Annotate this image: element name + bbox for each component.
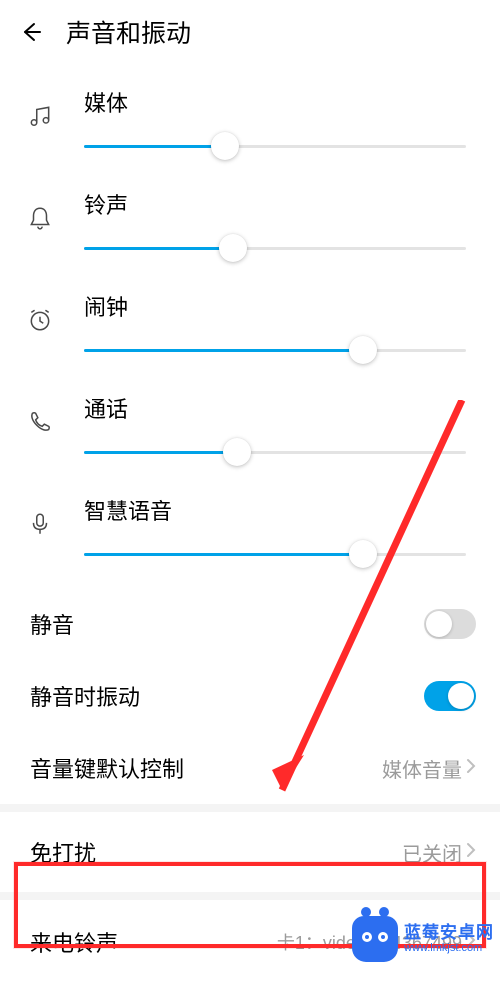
mute-toggle[interactable] [424,609,476,639]
slider-row-voice: 智慧语音 [24,476,476,578]
watermark: 蓝莓安卓网 www.lmkjst.com [352,916,494,962]
voice-volume-slider[interactable] [84,540,476,568]
slider-row-media: 媒体 [24,68,476,170]
do-not-disturb-row[interactable]: 免打扰 已关闭 [0,812,500,892]
slider-label: 通话 [84,392,476,424]
slider-label: 智慧语音 [84,494,476,526]
section-divider [0,804,500,812]
slider-label: 铃声 [84,188,476,220]
call-volume-slider[interactable] [84,438,476,466]
slider-label: 闹钟 [84,290,476,322]
chevron-right-icon [466,757,476,780]
ring-volume-slider[interactable] [84,234,476,262]
phone-icon [24,406,56,438]
watermark-url: www.lmkjst.com [404,942,494,954]
page-title: 声音和振动 [66,14,191,50]
volume-key-value: 媒体音量 [382,754,462,783]
microphone-icon [24,508,56,540]
header: 声音和振动 [0,0,500,68]
slider-row-call: 通话 [24,374,476,476]
watermark-name: 蓝莓安卓网 [404,924,494,943]
alarm-clock-icon [24,304,56,336]
slider-row-alarm: 闹钟 [24,272,476,374]
ringtone-label: 来电铃声 [30,926,118,958]
slider-row-ring: 铃声 [24,170,476,272]
vibrate-on-mute-row[interactable]: 静音时振动 [0,660,500,732]
vibrate-on-mute-label: 静音时振动 [30,680,140,712]
vibrate-on-mute-toggle[interactable] [424,681,476,711]
mute-row[interactable]: 静音 [0,588,500,660]
back-button[interactable] [18,19,44,45]
volume-key-row[interactable]: 音量键默认控制 媒体音量 [0,732,500,804]
settings-list: 静音 静音时振动 音量键默认控制 媒体音量 [0,578,500,804]
volume-key-label: 音量键默认控制 [30,752,184,784]
alarm-volume-slider[interactable] [84,336,476,364]
mute-label: 静音 [30,608,74,640]
media-volume-slider[interactable] [84,132,476,160]
music-note-icon [24,100,56,132]
section-divider [0,892,500,900]
slider-label: 媒体 [84,86,476,118]
volume-sliders: 媒体 铃声 闹钟 通话 [0,68,500,578]
bell-icon [24,202,56,234]
watermark-logo-icon [352,916,398,962]
dnd-value: 已关闭 [402,838,462,867]
chevron-right-icon [466,841,476,864]
dnd-label: 免打扰 [30,836,96,868]
